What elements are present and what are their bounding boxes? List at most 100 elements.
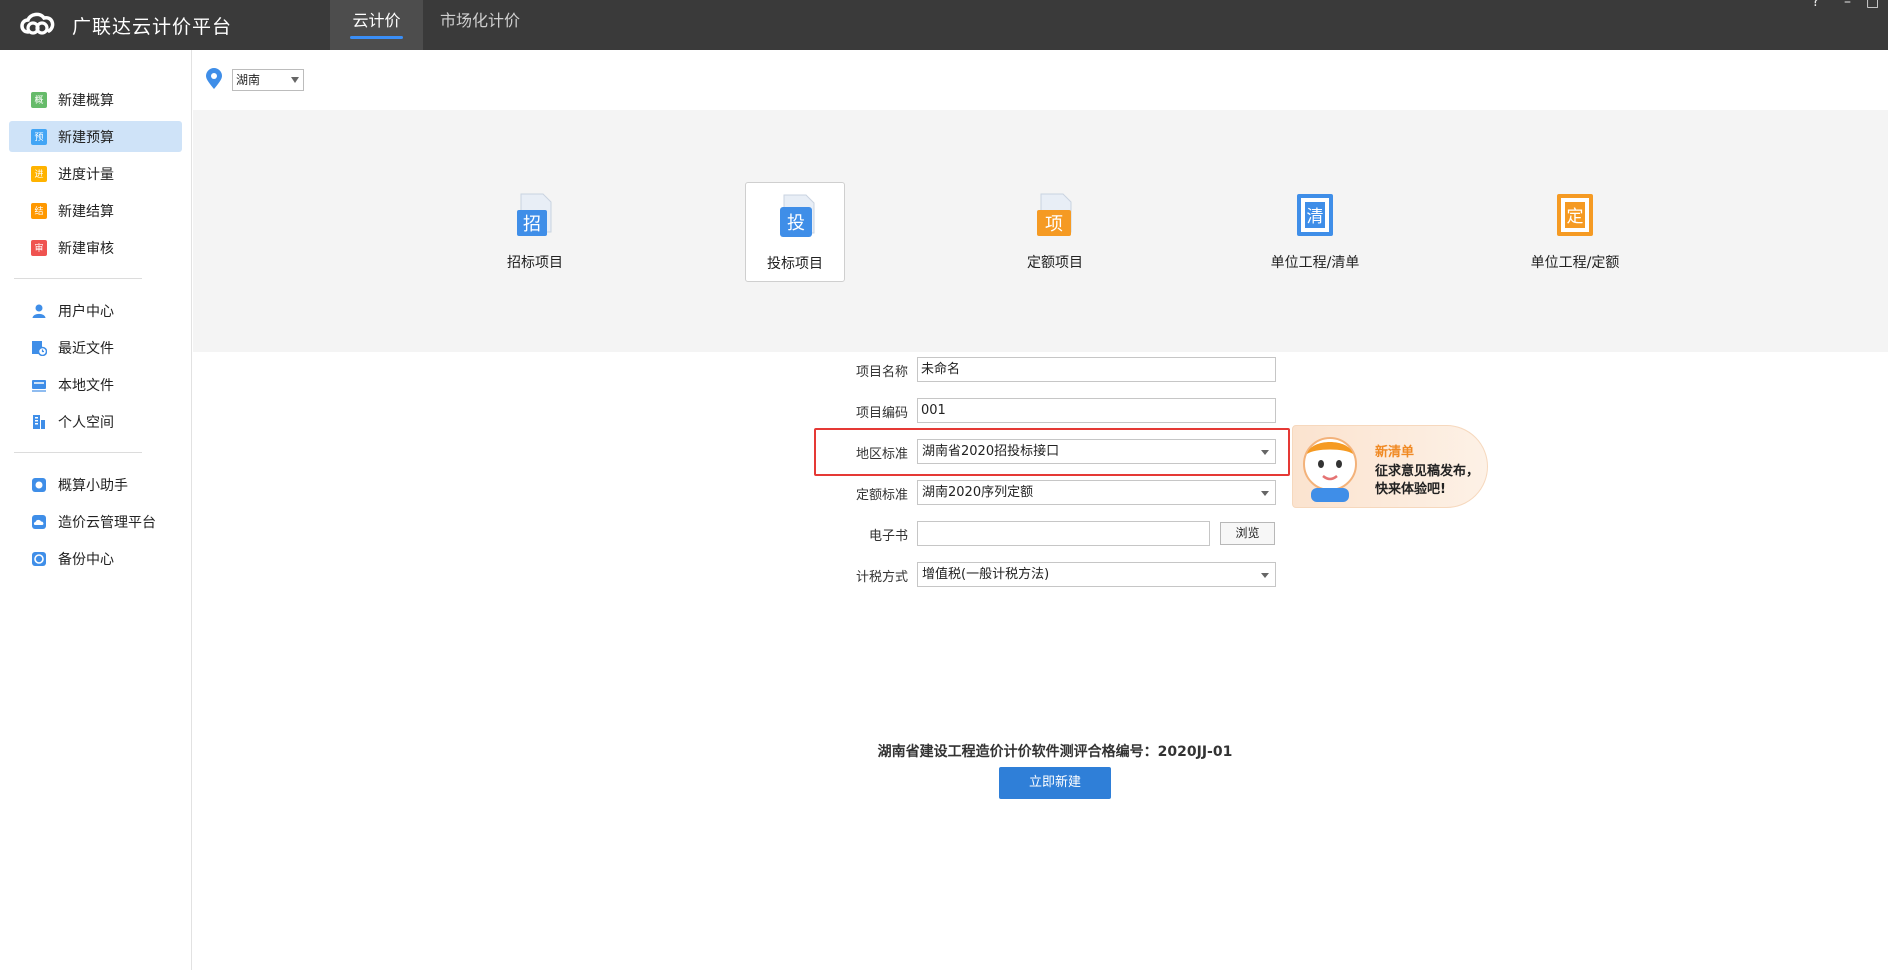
new-bill-promo-banner[interactable]: 新清单 征求意见稿发布， 快来体验吧! — [1292, 425, 1488, 508]
sidebar-item-progress-measure[interactable]: 进 进度计量 — [9, 158, 182, 189]
sidebar-item-new-audit[interactable]: 审 新建审核 — [9, 232, 182, 263]
project-type-label: 招标项目 — [507, 255, 563, 271]
tax-method-value: 增值税(一般计税方法) — [922, 567, 1050, 582]
sidebar-item-user-center[interactable]: 用户中心 — [9, 295, 182, 326]
sidebar-divider — [14, 452, 142, 453]
sidebar-item-label: 新建概算 — [58, 92, 114, 109]
quota-project-icon: 项 — [1037, 193, 1072, 236]
project-type-unit-quota[interactable]: 定 单位工程/定额 — [1525, 182, 1625, 282]
promo-title: 新清单 — [1375, 445, 1415, 460]
estimate-icon: 概 — [31, 91, 47, 108]
project-type-unit-bill[interactable]: 清 单位工程/清单 — [1265, 182, 1365, 282]
region-select[interactable]: 湖南 — [232, 69, 304, 91]
top-bar: 广联达云计价平台 云计价 市场化计价 ? – □ — [0, 0, 1888, 50]
backup-icon — [32, 551, 46, 566]
icon-char: 投 — [787, 213, 805, 234]
browse-button[interactable]: 浏览 — [1220, 522, 1275, 545]
tou-bid-icon: 投 — [780, 194, 815, 237]
tax-method-select[interactable]: 增值税(一般计税方法) — [917, 562, 1276, 587]
glodon-logo-icon — [20, 12, 55, 35]
sidebar-item-label: 个人空间 — [58, 414, 114, 431]
region-select-value: 湖南 — [236, 73, 261, 87]
chevron-down-icon — [1261, 491, 1269, 496]
tab-market-pricing[interactable]: 市场化计价 — [430, 0, 530, 50]
minimize-icon[interactable]: – — [1844, 0, 1851, 10]
project-code-value: 001 — [921, 403, 946, 418]
restore-icon[interactable]: □ — [1866, 0, 1879, 10]
sidebar-item-new-settlement[interactable]: 结 新建结算 — [9, 195, 182, 226]
project-name-label: 项目名称 — [855, 365, 908, 380]
location-pin-icon — [206, 68, 222, 89]
project-name-input[interactable]: 未命名 — [917, 357, 1276, 382]
project-type-panel: 招 招标项目 投 投标项目 项 定额项目 清 单位工程/清单 定 单位工程/定额 — [193, 110, 1888, 352]
sidebar-item-personal-space[interactable]: 个人空间 — [9, 406, 182, 437]
settlement-icon: 结 — [31, 202, 47, 219]
ebook-input[interactable] — [917, 521, 1210, 546]
personal-space-icon — [33, 414, 45, 429]
zhao-bid-icon: 招 — [517, 193, 552, 236]
sidebar-item-estimate-assistant[interactable]: 概算小助手 — [9, 469, 182, 500]
project-type-quota-project[interactable]: 项 定额项目 — [1005, 182, 1105, 282]
user-icon — [32, 304, 46, 318]
sidebar-divider — [14, 278, 142, 279]
sidebar-item-label: 进度计量 — [58, 166, 114, 183]
sidebar-item-backup-center[interactable]: 备份中心 — [9, 543, 182, 574]
sidebar-item-label: 新建结算 — [58, 203, 114, 220]
tab-cloud-pricing[interactable]: 云计价 — [330, 0, 423, 50]
chevron-down-icon — [291, 77, 299, 83]
tab-label: 云计价 — [352, 11, 401, 30]
sidebar-item-label: 概算小助手 — [58, 477, 128, 494]
promo-line-1: 征求意见稿发布， — [1375, 464, 1480, 479]
sidebar-item-label: 造价云管理平台 — [58, 514, 156, 531]
project-name-value: 未命名 — [921, 362, 961, 377]
region-bar: 湖南 — [193, 50, 1888, 110]
budget-icon: 预 — [31, 128, 47, 145]
unit-bill-icon: 清 — [1297, 194, 1333, 236]
local-file-icon — [32, 379, 46, 392]
sidebar-item-new-budget[interactable]: 预 新建预算 — [9, 121, 182, 152]
certificate-text: 湖南省建设工程造价计价软件测评合格编号：2020JJ-01 — [877, 744, 1233, 760]
icon-char: 招 — [523, 214, 541, 235]
unit-quota-icon: 定 — [1557, 194, 1593, 236]
help-icon[interactable]: ? — [1812, 0, 1819, 10]
sidebar-item-label: 备份中心 — [58, 551, 114, 568]
quota-standard-value: 湖南2020序列定额 — [922, 485, 1034, 500]
chevron-down-icon — [1261, 573, 1269, 578]
sidebar-item-recent-files[interactable]: 最近文件 — [9, 332, 182, 363]
tab-label: 市场化计价 — [439, 11, 520, 30]
sidebar-item-label: 最近文件 — [58, 340, 114, 357]
assistant-icon — [32, 477, 46, 492]
project-type-bid-tender[interactable]: 投 投标项目 — [745, 182, 845, 282]
sidebar: 概 新建概算 预 新建预算 进 进度计量 结 新建结算 审 新建审核 用户中心 … — [0, 50, 192, 970]
icon-char: 清 — [1307, 207, 1324, 227]
sidebar-item-label: 新建预算 — [58, 129, 114, 146]
icon-char: 项 — [1045, 214, 1063, 235]
icon-char: 定 — [1567, 207, 1584, 227]
sidebar-item-cost-cloud-platform[interactable]: 造价云管理平台 — [9, 506, 182, 537]
quota-standard-label: 定额标准 — [855, 488, 908, 503]
project-code-input[interactable]: 001 — [917, 398, 1276, 423]
quota-standard-select[interactable]: 湖南2020序列定额 — [917, 480, 1276, 505]
project-type-label: 投标项目 — [767, 256, 823, 272]
promo-line-2: 快来体验吧! — [1375, 482, 1446, 497]
sidebar-item-label: 新建审核 — [58, 240, 114, 257]
project-type-label: 单位工程/定额 — [1530, 255, 1620, 271]
project-type-label: 单位工程/清单 — [1270, 255, 1360, 271]
sidebar-item-label: 用户中心 — [58, 303, 114, 320]
tax-method-label: 计税方式 — [855, 570, 908, 585]
project-type-label: 定额项目 — [1027, 255, 1083, 271]
sidebar-item-local-files[interactable]: 本地文件 — [9, 369, 182, 400]
sidebar-item-new-estimate[interactable]: 概 新建概算 — [9, 84, 182, 115]
recent-file-icon — [32, 340, 47, 356]
project-type-bid-invitation[interactable]: 招 招标项目 — [485, 182, 585, 282]
app-logo: 广联达云计价平台 — [18, 8, 232, 42]
project-code-label: 项目编码 — [855, 406, 908, 421]
progress-icon: 进 — [31, 165, 47, 182]
create-now-button[interactable]: 立即新建 — [999, 767, 1111, 799]
tab-active-indicator — [350, 36, 403, 39]
mascot-icon — [1303, 437, 1357, 502]
app-title: 广联达云计价平台 — [72, 15, 233, 38]
ebook-label: 电子书 — [868, 529, 908, 544]
audit-icon: 审 — [31, 239, 47, 256]
highlight-annotation-box — [814, 428, 1290, 476]
